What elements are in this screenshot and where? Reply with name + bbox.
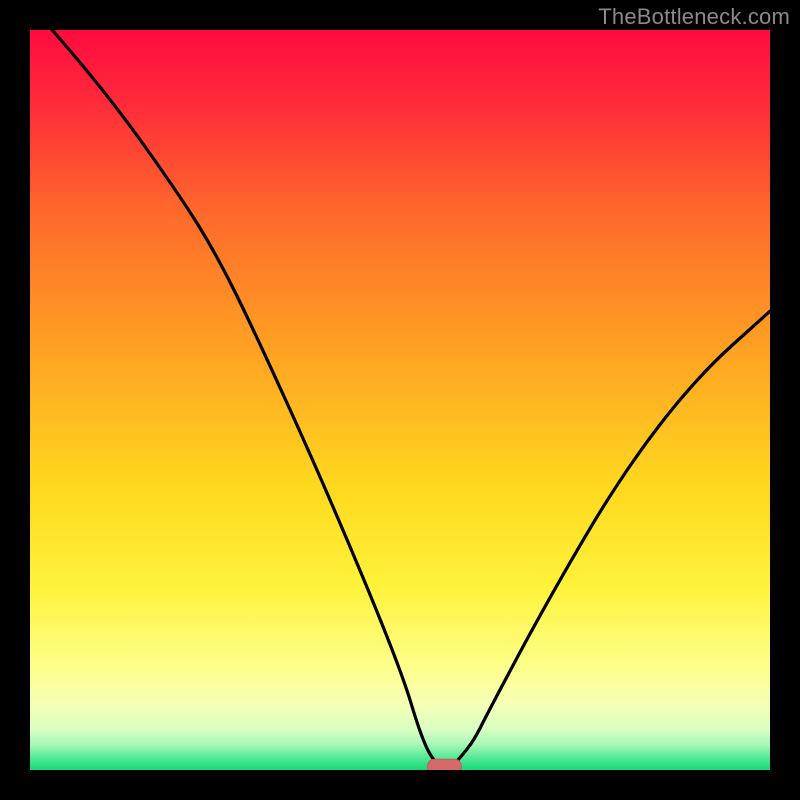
frame-left (0, 0, 30, 800)
frame-bottom (0, 770, 800, 800)
bottleneck-chart (0, 0, 800, 800)
frame-right (770, 0, 800, 800)
watermark-text: TheBottleneck.com (598, 4, 790, 30)
chart-container: TheBottleneck.com (0, 0, 800, 800)
